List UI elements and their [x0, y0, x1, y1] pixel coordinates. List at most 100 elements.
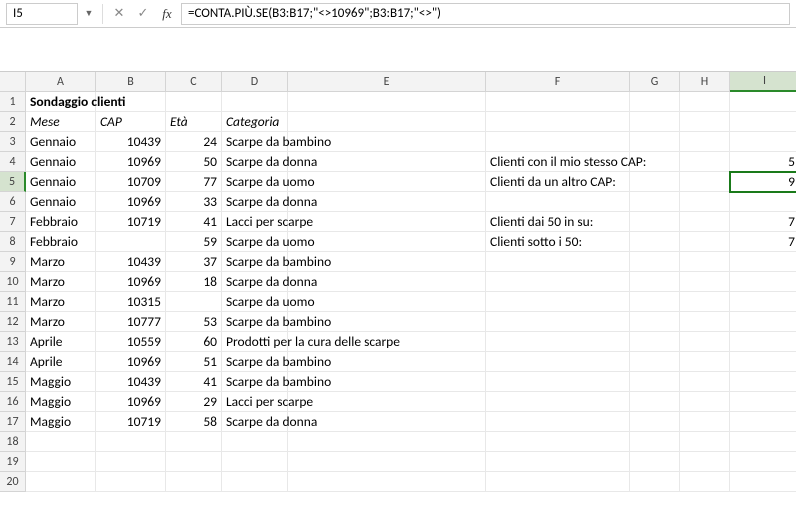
cell-D20[interactable]	[222, 472, 288, 492]
cell-A3[interactable]: Gennaio	[26, 132, 96, 152]
row-header-17[interactable]: 17	[0, 412, 26, 432]
cell-I11[interactable]	[730, 292, 796, 312]
col-header-D[interactable]: D	[222, 72, 288, 92]
cell-A17[interactable]: Maggio	[26, 412, 96, 432]
cell-C16[interactable]: 29	[166, 392, 222, 412]
cell-C14[interactable]: 51	[166, 352, 222, 372]
cell-D10[interactable]: Scarpe da donna	[222, 272, 288, 292]
cell-G14[interactable]	[630, 352, 680, 372]
cell-E12[interactable]	[288, 312, 486, 332]
cell-B14[interactable]: 10969	[96, 352, 166, 372]
cell-H20[interactable]	[680, 472, 730, 492]
cell-D5[interactable]: Scarpe da uomo	[222, 172, 288, 192]
name-box[interactable]: I5	[6, 3, 78, 25]
cell-B7[interactable]: 10719	[96, 212, 166, 232]
cell-H9[interactable]	[680, 252, 730, 272]
cell-I6[interactable]	[730, 192, 796, 212]
cell-I9[interactable]	[730, 252, 796, 272]
cell-D16[interactable]: Lacci per scarpe	[222, 392, 288, 412]
row-header-5[interactable]: 5	[0, 172, 26, 192]
cell-B17[interactable]: 10719	[96, 412, 166, 432]
cell-D1[interactable]	[222, 92, 288, 112]
cell-G5[interactable]	[630, 172, 680, 192]
cell-H2[interactable]	[680, 112, 730, 132]
cell-E3[interactable]	[288, 132, 486, 152]
cell-A6[interactable]: Gennaio	[26, 192, 96, 212]
cell-A9[interactable]: Marzo	[26, 252, 96, 272]
col-header-F[interactable]: F	[486, 72, 630, 92]
cell-I4[interactable]: 5	[730, 152, 796, 172]
fx-icon[interactable]: fx	[157, 4, 177, 24]
cell-I17[interactable]	[730, 412, 796, 432]
cell-B3[interactable]: 10439	[96, 132, 166, 152]
cell-G4[interactable]	[630, 152, 680, 172]
cell-H3[interactable]	[680, 132, 730, 152]
cell-G15[interactable]	[630, 372, 680, 392]
row-header-9[interactable]: 9	[0, 252, 26, 272]
cell-G18[interactable]	[630, 432, 680, 452]
cell-I16[interactable]	[730, 392, 796, 412]
cell-H18[interactable]	[680, 432, 730, 452]
cell-I14[interactable]	[730, 352, 796, 372]
cell-H19[interactable]	[680, 452, 730, 472]
row-header-11[interactable]: 11	[0, 292, 26, 312]
cell-H11[interactable]	[680, 292, 730, 312]
cell-C11[interactable]	[166, 292, 222, 312]
cell-F9[interactable]	[486, 252, 630, 272]
cell-B10[interactable]: 10969	[96, 272, 166, 292]
cell-C9[interactable]: 37	[166, 252, 222, 272]
row-header-18[interactable]: 18	[0, 432, 26, 452]
cell-D2[interactable]: Categoria	[222, 112, 288, 132]
cell-F6[interactable]	[486, 192, 630, 212]
select-all-corner[interactable]	[0, 72, 26, 92]
cell-B19[interactable]	[96, 452, 166, 472]
cell-G1[interactable]	[630, 92, 680, 112]
cell-I13[interactable]	[730, 332, 796, 352]
cell-D15[interactable]: Scarpe da bambino	[222, 372, 288, 392]
cell-F19[interactable]	[486, 452, 630, 472]
cell-H4[interactable]	[680, 152, 730, 172]
cell-E13[interactable]	[288, 332, 486, 352]
cell-C7[interactable]: 41	[166, 212, 222, 232]
cell-B18[interactable]	[96, 432, 166, 452]
cell-C1[interactable]	[166, 92, 222, 112]
cell-G12[interactable]	[630, 312, 680, 332]
cell-B12[interactable]: 10777	[96, 312, 166, 332]
cell-F13[interactable]	[486, 332, 630, 352]
cell-E20[interactable]	[288, 472, 486, 492]
cell-I3[interactable]	[730, 132, 796, 152]
row-header-12[interactable]: 12	[0, 312, 26, 332]
cell-E5[interactable]	[288, 172, 486, 192]
cell-D3[interactable]: Scarpe da bambino	[222, 132, 288, 152]
cell-G10[interactable]	[630, 272, 680, 292]
cell-A8[interactable]: Febbraio	[26, 232, 96, 252]
formula-input[interactable]: =CONTA.PIÙ.SE(B3:B17;"<>10969";B3:B17;"<…	[181, 3, 790, 25]
cell-D19[interactable]	[222, 452, 288, 472]
cell-I8[interactable]: 7	[730, 232, 796, 252]
cell-B4[interactable]: 10969	[96, 152, 166, 172]
cell-E14[interactable]	[288, 352, 486, 372]
row-header-15[interactable]: 15	[0, 372, 26, 392]
cell-D17[interactable]: Scarpe da donna	[222, 412, 288, 432]
cell-E2[interactable]	[288, 112, 486, 132]
row-header-4[interactable]: 4	[0, 152, 26, 172]
cell-B2[interactable]: CAP	[96, 112, 166, 132]
cell-G8[interactable]	[630, 232, 680, 252]
cell-C15[interactable]: 41	[166, 372, 222, 392]
cell-F3[interactable]	[486, 132, 630, 152]
cell-H8[interactable]	[680, 232, 730, 252]
cell-B11[interactable]: 10315	[96, 292, 166, 312]
cell-G20[interactable]	[630, 472, 680, 492]
spreadsheet-grid[interactable]: ABCDEFGHIJ1Sondaggio clienti2MeseCAPEtàC…	[0, 72, 796, 492]
cell-E11[interactable]	[288, 292, 486, 312]
cell-C19[interactable]	[166, 452, 222, 472]
cell-D12[interactable]: Scarpe da bambino	[222, 312, 288, 332]
cell-C17[interactable]: 58	[166, 412, 222, 432]
col-header-A[interactable]: A	[26, 72, 96, 92]
cell-E6[interactable]	[288, 192, 486, 212]
cell-A15[interactable]: Maggio	[26, 372, 96, 392]
cell-I15[interactable]	[730, 372, 796, 392]
cell-G13[interactable]	[630, 332, 680, 352]
cell-G11[interactable]	[630, 292, 680, 312]
cell-B16[interactable]: 10969	[96, 392, 166, 412]
